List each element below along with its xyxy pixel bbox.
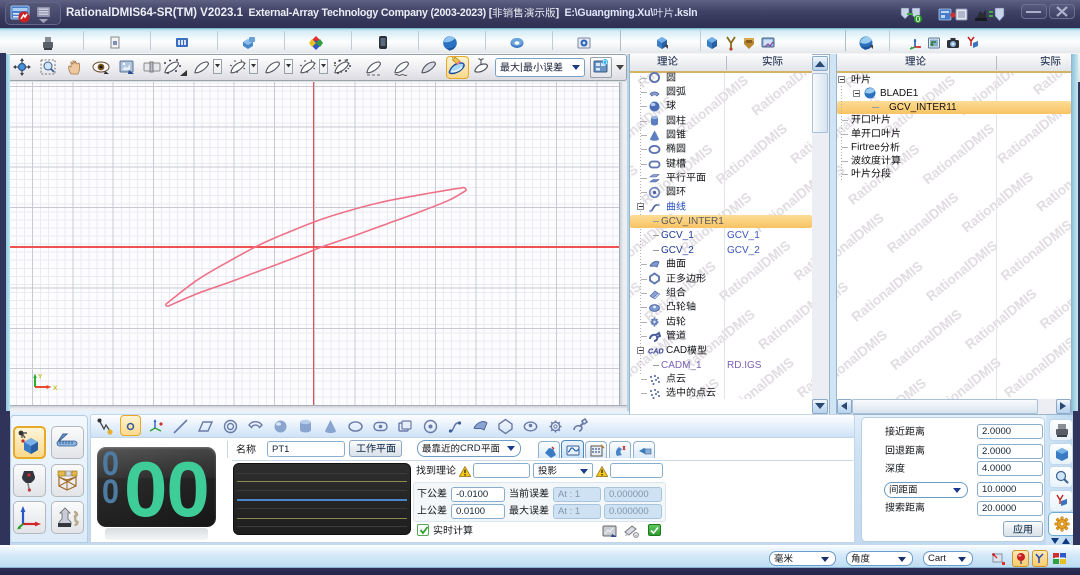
svg-text:D: D [603, 60, 608, 66]
svg-text:Y: Y [38, 374, 43, 381]
svg-text:CAD: CAD [648, 347, 664, 356]
svg-text:0: 0 [916, 15, 921, 24]
svg-text:X: X [53, 385, 58, 392]
